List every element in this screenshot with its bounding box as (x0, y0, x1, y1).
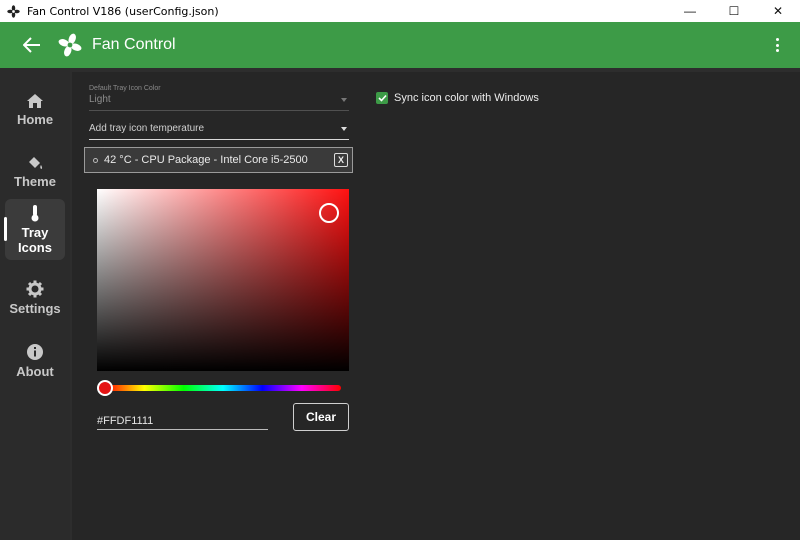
back-button[interactable] (12, 22, 52, 68)
default-color-caption: Default Tray Icon Color (89, 85, 161, 92)
default-color-select[interactable]: Light (89, 94, 349, 111)
sidebar: Home Theme Tray Icons Settings About (0, 68, 70, 540)
color-picker-handle[interactable] (319, 203, 339, 223)
app-window: Fan Control V186 (userConfig.json) — ☐ ✕… (0, 0, 800, 540)
sync-label: Sync icon color with Windows (394, 92, 539, 104)
sync-windows-color-option[interactable]: Sync icon color with Windows (376, 92, 539, 104)
close-button[interactable]: ✕ (756, 0, 800, 22)
sidebar-item-about[interactable]: About (5, 331, 65, 391)
sidebar-item-tray-icons[interactable]: Tray Icons (4, 199, 65, 260)
clear-button[interactable]: Clear (293, 403, 349, 431)
minimize-button[interactable]: — (668, 0, 712, 22)
hue-slider-knob[interactable] (97, 380, 113, 396)
remove-sensor-button[interactable]: X (334, 153, 348, 167)
info-icon (27, 344, 43, 360)
sidebar-item-label: Settings (9, 301, 61, 316)
sidebar-item-settings[interactable]: Settings (5, 268, 65, 328)
add-temperature-select[interactable]: Add tray icon temperature (89, 120, 349, 140)
add-temperature-placeholder: Add tray icon temperature (89, 123, 205, 134)
maximize-button[interactable]: ☐ (712, 0, 756, 22)
thermometer-icon (31, 205, 39, 222)
chevron-down-icon (341, 127, 347, 131)
app-header: Fan Control (0, 22, 800, 68)
title-bar: Fan Control V186 (userConfig.json) — ☐ ✕ (0, 0, 800, 22)
home-icon (27, 94, 43, 108)
default-color-value: Light (89, 94, 111, 105)
more-vertical-icon[interactable] (772, 35, 782, 55)
sensor-chip[interactable]: 42 °C - CPU Package - Intel Core i5-2500… (84, 147, 353, 173)
chevron-down-icon (341, 98, 347, 102)
sidebar-item-home[interactable]: Home (5, 80, 65, 140)
sidebar-item-theme[interactable]: Theme (5, 142, 65, 202)
paint-bucket-icon (29, 157, 43, 169)
tray-icons-page: Default Tray Icon Color Light Add tray i… (72, 72, 800, 540)
sidebar-item-label: Theme (14, 174, 56, 189)
checkmark-icon (377, 94, 387, 102)
hex-color-input[interactable]: #FFDF1111 (97, 408, 268, 430)
gear-icon (26, 280, 44, 298)
arrow-left-icon (23, 37, 40, 53)
color-saturation-area[interactable] (97, 189, 349, 371)
hue-slider[interactable] (97, 380, 341, 396)
radio-dot-icon (93, 157, 98, 163)
window-title: Fan Control V186 (userConfig.json) (27, 4, 219, 18)
app-title: Fan Control (92, 36, 176, 53)
sync-checkbox[interactable] (376, 92, 388, 104)
sensor-chip-label: 42 °C - CPU Package - Intel Core i5-2500 (104, 154, 308, 166)
sidebar-item-label: About (16, 364, 54, 379)
fan-icon (6, 4, 20, 18)
fan-logo-icon (58, 33, 82, 57)
sidebar-item-label: Home (16, 112, 54, 127)
sidebar-item-label: Tray Icons (18, 225, 52, 255)
